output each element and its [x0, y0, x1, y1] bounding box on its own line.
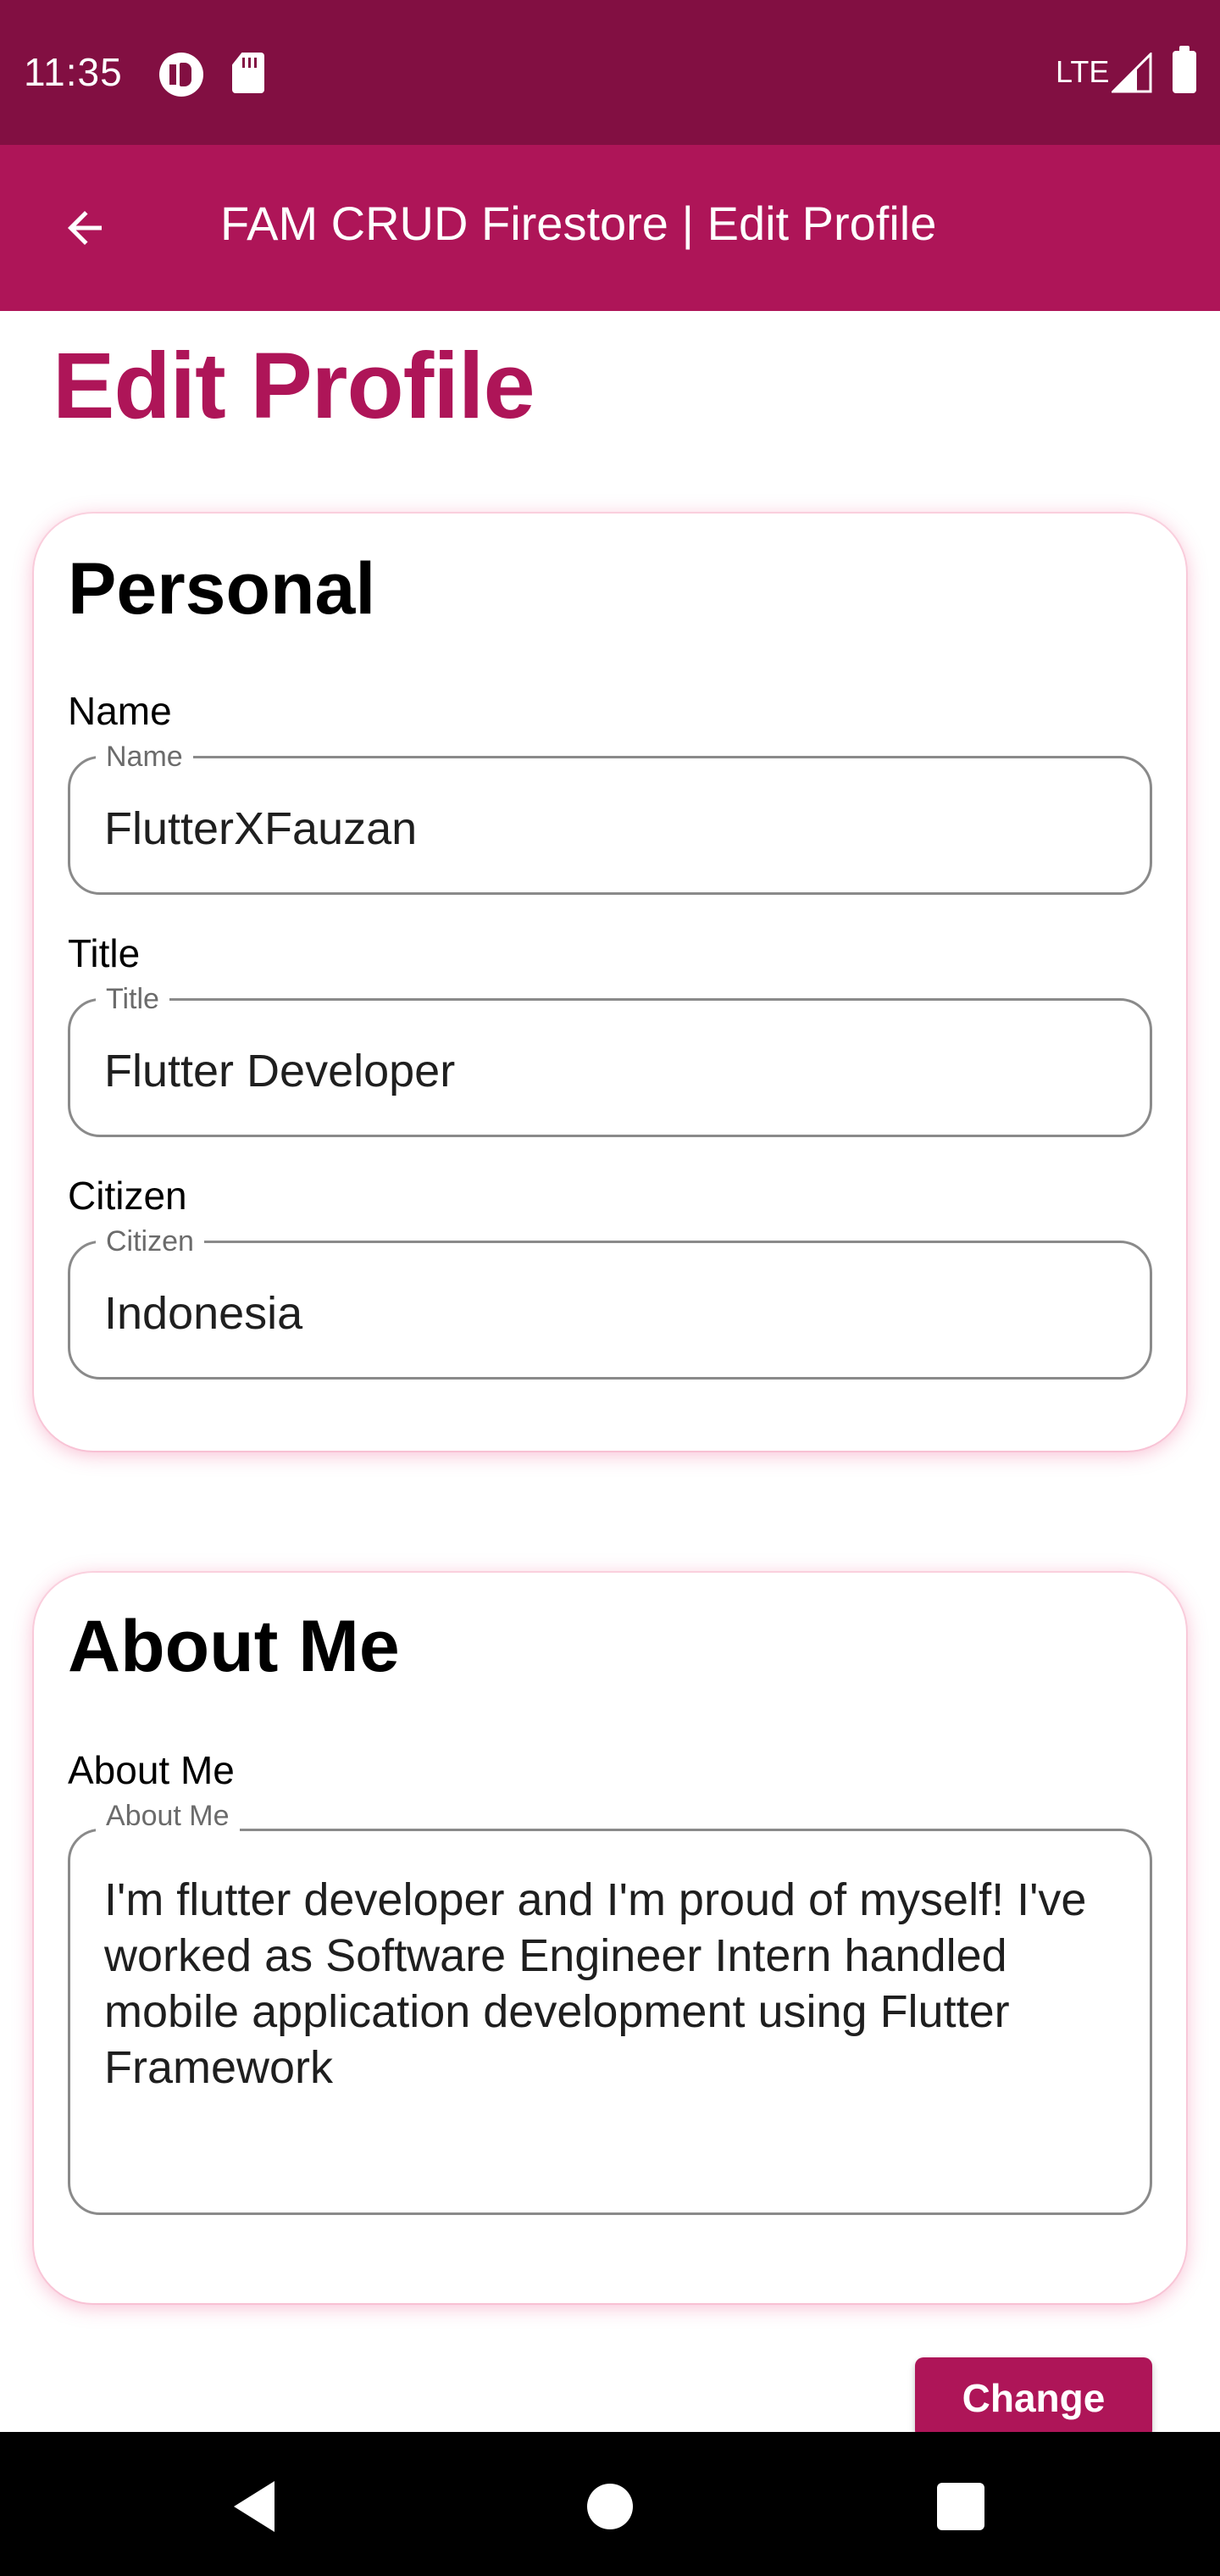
citizen-field-value: Indonesia [104, 1288, 303, 1339]
title-field[interactable]: Title Flutter Developer [68, 980, 1152, 1137]
about-label: About Me [68, 1748, 235, 1792]
about-card: About Me About Me About Me I'm flutter d… [34, 1573, 1186, 2303]
citizen-field[interactable]: Citizen Indonesia [68, 1223, 1152, 1380]
sd-card-icon [232, 53, 264, 93]
app-bar-title: FAM CRUD Firestore | Edit Profile [220, 197, 937, 250]
nav-back-button[interactable] [203, 2466, 305, 2547]
privacy-dot-icon [159, 53, 203, 97]
arrow-back-icon [68, 211, 102, 245]
page-title: Edit Profile [53, 334, 535, 438]
back-button[interactable] [44, 187, 125, 269]
title-field-legend: Title [96, 980, 169, 1018]
network-type: LTE [1056, 54, 1110, 89]
nav-back-icon [234, 2481, 274, 2532]
citizen-field-legend: Citizen [96, 1223, 204, 1260]
nav-recents-button[interactable] [910, 2466, 1012, 2547]
status-bar: 11:35 LTE [0, 0, 1220, 145]
nav-home-button[interactable] [559, 2466, 661, 2547]
nav-recents-icon [937, 2483, 984, 2530]
title-label: Title [68, 931, 141, 975]
battery-icon [1173, 46, 1196, 93]
name-field-legend: Name [96, 738, 193, 775]
about-field-value: I'm flutter developer and I'm proud of m… [104, 1874, 1087, 2093]
about-field[interactable]: About Me I'm flutter developer and I'm p… [68, 1797, 1152, 2215]
change-button[interactable]: Change [915, 2357, 1152, 2439]
name-field-value: FlutterXFauzan [104, 803, 418, 854]
name-label: Name [68, 689, 172, 733]
nav-bar [0, 2432, 1220, 2576]
about-card-title: About Me [68, 1606, 400, 1687]
signal-icon [1112, 53, 1152, 93]
title-field-value: Flutter Developer [104, 1046, 456, 1096]
app-bar: FAM CRUD Firestore | Edit Profile [0, 145, 1220, 311]
citizen-label: Citizen [68, 1174, 187, 1218]
name-field[interactable]: Name FlutterXFauzan [68, 738, 1152, 895]
about-field-legend: About Me [96, 1797, 240, 1835]
status-time: 11:35 [24, 50, 123, 94]
nav-home-icon [587, 2484, 633, 2529]
personal-card-title: Personal [68, 548, 376, 630]
personal-card: Personal Name Name FlutterXFauzan Title … [34, 514, 1186, 1451]
